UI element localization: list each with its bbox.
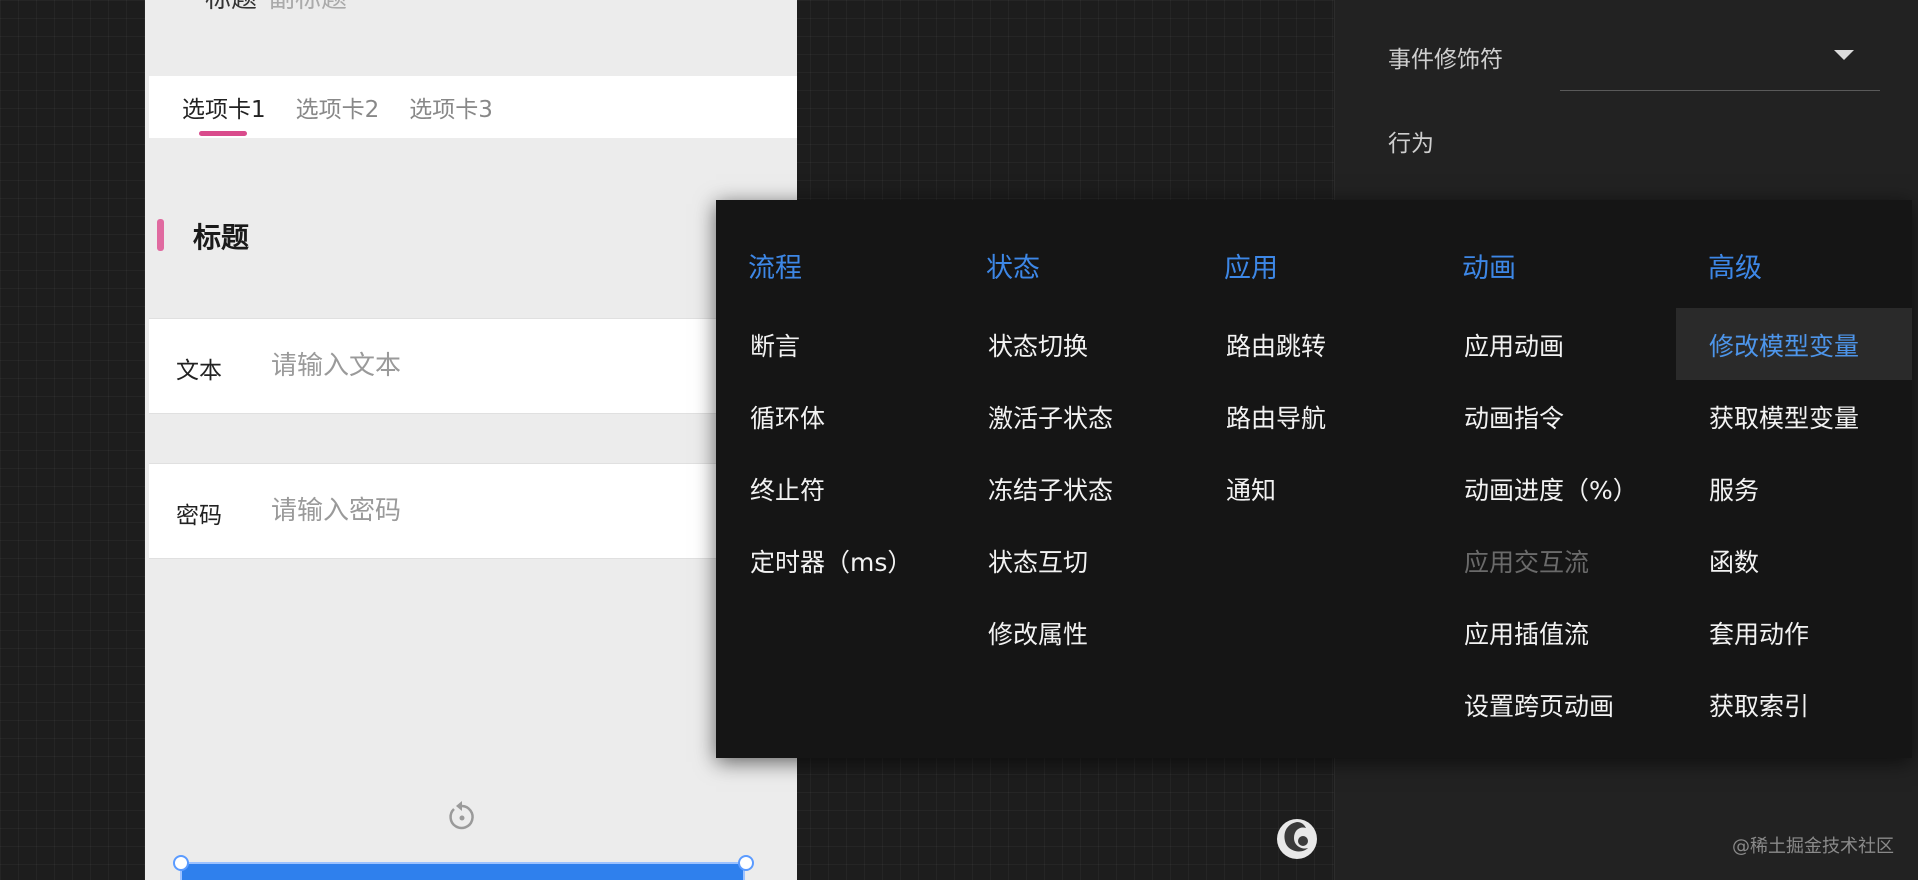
menu-item-get-model-var[interactable]: 获取模型变量 xyxy=(1709,399,1859,435)
event-modifier-select[interactable] xyxy=(1560,90,1880,91)
text-field: 文本 xyxy=(149,318,797,414)
behavior-label: 行为 xyxy=(1388,131,1434,157)
tab-2[interactable]: 选项卡2 xyxy=(296,90,380,124)
menu-header-advanced: 高级 xyxy=(1708,253,1762,284)
menu-item-service[interactable]: 服务 xyxy=(1709,471,1759,507)
menu-item-modify-property[interactable]: 修改属性 xyxy=(988,615,1088,651)
tab-1[interactable]: 选项卡1 xyxy=(182,90,266,136)
menu-item-animation-progress[interactable]: 动画进度（%） xyxy=(1464,471,1638,507)
menu-item-animation-command[interactable]: 动画指令 xyxy=(1464,399,1564,435)
menu-item-state-switch[interactable]: 状态切换 xyxy=(988,327,1088,363)
password-field-label: 密码 xyxy=(176,503,222,529)
menu-item-loop[interactable]: 循环体 xyxy=(750,399,825,435)
menu-header-app: 应用 xyxy=(1224,253,1278,284)
menu-header-animation: 动画 xyxy=(1462,253,1516,284)
tab-bar: 选项卡1 选项卡2 选项卡3 xyxy=(149,76,797,138)
menu-header-flow: 流程 xyxy=(748,253,802,284)
nav-title: 标题副标题 xyxy=(205,0,347,15)
menu-item-function[interactable]: 函数 xyxy=(1709,543,1759,579)
resize-handle-left[interactable] xyxy=(173,855,189,871)
menu-item-modify-model-var[interactable]: 修改模型变量 xyxy=(1709,327,1859,363)
menu-item-interpolation-flow[interactable]: 应用插值流 xyxy=(1464,615,1589,651)
menu-item-route-nav[interactable]: 路由导航 xyxy=(1226,399,1326,435)
menu-item-activate-substate[interactable]: 激活子状态 xyxy=(988,399,1113,435)
menu-item-interaction-flow: 应用交互流 xyxy=(1464,548,1590,577)
event-modifier-label: 事件修饰符 xyxy=(1388,47,1503,73)
chevron-down-icon[interactable] xyxy=(1834,50,1854,60)
resize-handle-right[interactable] xyxy=(738,855,754,871)
text-field-label: 文本 xyxy=(176,358,222,384)
menu-item-cross-page-animation[interactable]: 设置跨页动画 xyxy=(1464,687,1614,723)
section-title: 标题 xyxy=(193,221,250,254)
menu-item-terminator[interactable]: 终止符 xyxy=(750,471,825,507)
menu-header-state: 状态 xyxy=(986,253,1040,284)
tab-3[interactable]: 选项卡3 xyxy=(409,90,493,124)
menu-item-timer[interactable]: 定时器（ms） xyxy=(750,543,912,579)
text-input[interactable] xyxy=(269,343,773,389)
refresh-icon[interactable] xyxy=(445,800,479,834)
tab-indicator xyxy=(199,131,247,136)
menu-item-state-toggle[interactable]: 状态互切 xyxy=(988,543,1088,579)
section-accent-bar xyxy=(157,219,164,251)
menu-item-notify[interactable]: 通知 xyxy=(1226,471,1276,507)
menu-item-get-index[interactable]: 获取索引 xyxy=(1709,687,1809,723)
primary-button[interactable] xyxy=(180,862,745,880)
menu-item-apply-action[interactable]: 套用动作 xyxy=(1709,615,1809,651)
app-logo-icon xyxy=(1277,819,1317,859)
menu-item-route-jump[interactable]: 路由跳转 xyxy=(1226,327,1326,363)
password-field: 密码 xyxy=(149,463,797,559)
password-input[interactable] xyxy=(269,488,773,534)
watermark: @稀土掘金技术社区 xyxy=(1732,836,1894,857)
menu-item-freeze-substate[interactable]: 冻结子状态 xyxy=(988,471,1113,507)
menu-item-assert[interactable]: 断言 xyxy=(750,327,800,363)
menu-item-apply-animation[interactable]: 应用动画 xyxy=(1464,327,1564,363)
phone-preview: 标题副标题 选项卡1 选项卡2 选项卡3 标题 文本 密码 xyxy=(145,0,797,880)
action-menu: 流程 断言 循环体 终止符 定时器（ms） 状态 状态切换 激活子状态 冻结子状… xyxy=(716,200,1912,758)
